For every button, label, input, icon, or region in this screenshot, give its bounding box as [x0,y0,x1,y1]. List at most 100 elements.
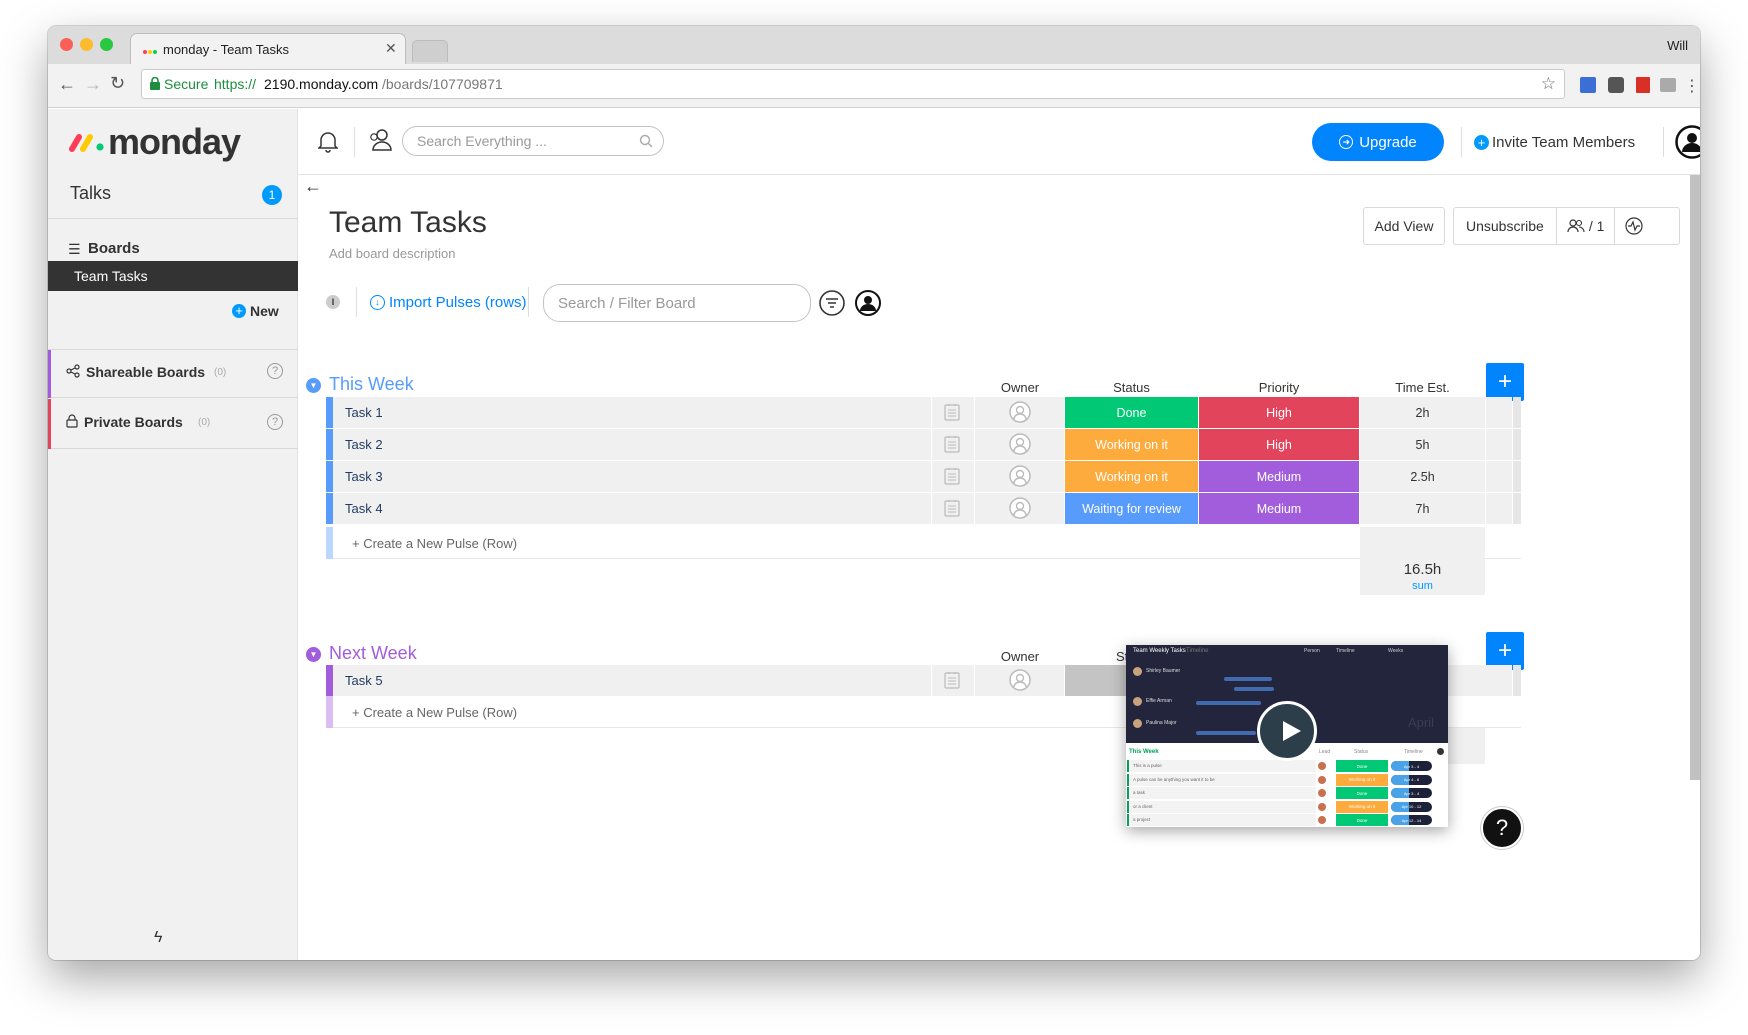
reload-icon[interactable]: ↻ [110,73,125,94]
help-circle-icon[interactable]: ? [267,414,283,430]
row-extra-cell [1486,429,1512,460]
group-title[interactable]: Next Week [329,643,417,664]
tutorial-video-overlay[interactable]: Team Weekly Tasks Timeline Person Timeli… [1126,645,1448,827]
updates-icon[interactable] [944,671,960,689]
owner-avatar-icon[interactable] [1009,497,1031,519]
global-search-placeholder: Search Everything ... [417,133,547,149]
create-pulse-button[interactable]: + Create a New Pulse (Row) [352,705,517,720]
upgrade-button[interactable]: ➜ Upgrade [1312,123,1444,161]
column-header-time[interactable]: Time Est. [1360,380,1485,395]
tab-close-icon[interactable]: ✕ [385,40,397,57]
board-members-button[interactable]: / 1 [1557,218,1615,234]
add-view-label: Add View [1374,218,1434,234]
create-pulse-button[interactable]: + Create a New Pulse (Row) [352,536,517,551]
browser-tab-active[interactable]: monday - Team Tasks ✕ [130,33,406,64]
column-header-owner[interactable]: Owner [975,380,1065,395]
status-cell[interactable]: Working on it [1065,461,1198,492]
talks-section[interactable]: Talks 1 [48,169,298,219]
members-icon [1567,219,1585,233]
row-name-cell[interactable] [333,397,931,428]
column-header-priority[interactable]: Priority [1199,380,1359,395]
column-header-status[interactable]: Status [1065,380,1198,395]
boards-label[interactable]: Boards [88,240,140,257]
row-name-cell[interactable] [333,493,931,524]
group-collapse-icon[interactable]: ▼ [306,647,321,662]
priority-cell[interactable]: High [1199,429,1359,460]
vertical-scrollbar[interactable] [1690,175,1700,780]
new-tab-button[interactable] [412,40,448,62]
board-description[interactable]: Add board description [329,246,455,261]
updates-icon[interactable] [944,403,960,421]
group-collapse-icon[interactable]: ▼ [306,378,321,393]
minimize-window-button[interactable] [80,38,93,51]
help-circle-icon[interactable]: ? [267,363,283,379]
time-estimate-cell[interactable]: 2.5h [1360,461,1485,492]
video-timeline-bar [1196,701,1261,705]
address-bar[interactable]: Secure https:// 2190.monday.com /boards/… [141,69,1565,99]
activity-button[interactable] [1615,217,1653,235]
column-header-owner[interactable]: Owner [975,649,1065,664]
bookmark-star-icon[interactable]: ☆ [1541,74,1556,94]
owner-avatar-icon[interactable] [1009,669,1031,691]
updates-icon[interactable] [944,499,960,517]
row-name-cell[interactable] [333,429,931,460]
sidebar-item-private-boards[interactable]: Private Boards (0) ? [48,399,298,449]
add-column-button[interactable]: + [1486,363,1524,401]
sidebar-item-team-tasks[interactable]: Team Tasks [48,261,298,291]
back-arrow-icon[interactable]: ← [304,176,322,197]
row-name[interactable]: Task 2 [345,429,383,460]
row-name[interactable]: Task 4 [345,493,383,524]
board-title[interactable]: Team Tasks [329,206,487,240]
status-cell[interactable]: Waiting for review [1065,493,1198,524]
priority-cell[interactable]: High [1199,397,1359,428]
extension-folder-icon[interactable] [1660,78,1676,92]
team-icon[interactable] [368,128,394,152]
browser-menu-icon[interactable]: ⋮ [1684,76,1700,96]
extension-bookmark-icon[interactable] [1636,77,1650,93]
help-button[interactable]: ? [1481,807,1523,849]
new-board-button[interactable]: New [250,303,279,319]
owner-avatar-icon[interactable] [1009,433,1031,455]
owner-avatar-icon[interactable] [1009,465,1031,487]
time-estimate-cell[interactable]: 2h [1360,397,1485,428]
filter-icon[interactable] [819,290,845,316]
status-cell[interactable]: Done [1065,397,1198,428]
priority-cell[interactable]: Medium [1199,493,1359,524]
time-estimate-cell[interactable]: 5h [1360,429,1485,460]
add-view-button[interactable]: Add View [1363,207,1445,245]
user-avatar-icon[interactable] [1675,125,1700,159]
updates-icon[interactable] [944,467,960,485]
close-window-button[interactable] [60,38,73,51]
status-cell[interactable]: Working on it [1065,429,1198,460]
video-row-name: or a client [1133,803,1153,809]
sidebar-item-shareable-boards[interactable]: Shareable Boards (0) ? [48,350,298,398]
row-name[interactable]: Task 1 [345,397,383,428]
board-filter-input[interactable]: Search / Filter Board [543,284,811,322]
video-play-button[interactable] [1257,701,1317,761]
person-filter-icon[interactable] [855,290,881,316]
owner-avatar-icon[interactable] [1009,401,1031,423]
import-pulses-button[interactable]: ↓ Import Pulses (rows) [370,292,527,312]
group-title[interactable]: This Week [329,374,414,395]
row-end-cap [1513,429,1521,460]
priority-cell[interactable]: Medium [1199,461,1359,492]
global-search-input[interactable]: Search Everything ... [402,126,664,156]
forward-arrow-icon[interactable]: → [84,74,102,95]
extension-calendar-icon[interactable] [1580,77,1596,93]
back-arrow-icon[interactable]: ← [58,74,76,95]
row-name-cell[interactable] [333,665,931,696]
monday-logo-text[interactable]: monday [108,121,241,163]
updates-icon[interactable] [944,435,960,453]
row-name[interactable]: Task 3 [345,461,383,492]
extension-pocket-icon[interactable] [1608,77,1624,93]
bell-icon[interactable] [318,129,338,153]
maximize-window-button[interactable] [100,38,113,51]
row-name[interactable]: Task 5 [345,665,383,696]
unsubscribe-button[interactable]: Unsubscribe [1454,218,1556,234]
invite-team-button[interactable]: + Invite Team Members [1474,132,1635,152]
info-badge[interactable]: I [326,295,340,309]
time-estimate-cell[interactable]: 7h [1360,493,1485,524]
browser-user-name[interactable]: Will [1667,38,1688,53]
row-name-cell[interactable] [333,461,931,492]
lightning-icon[interactable]: ϟ [154,929,162,947]
